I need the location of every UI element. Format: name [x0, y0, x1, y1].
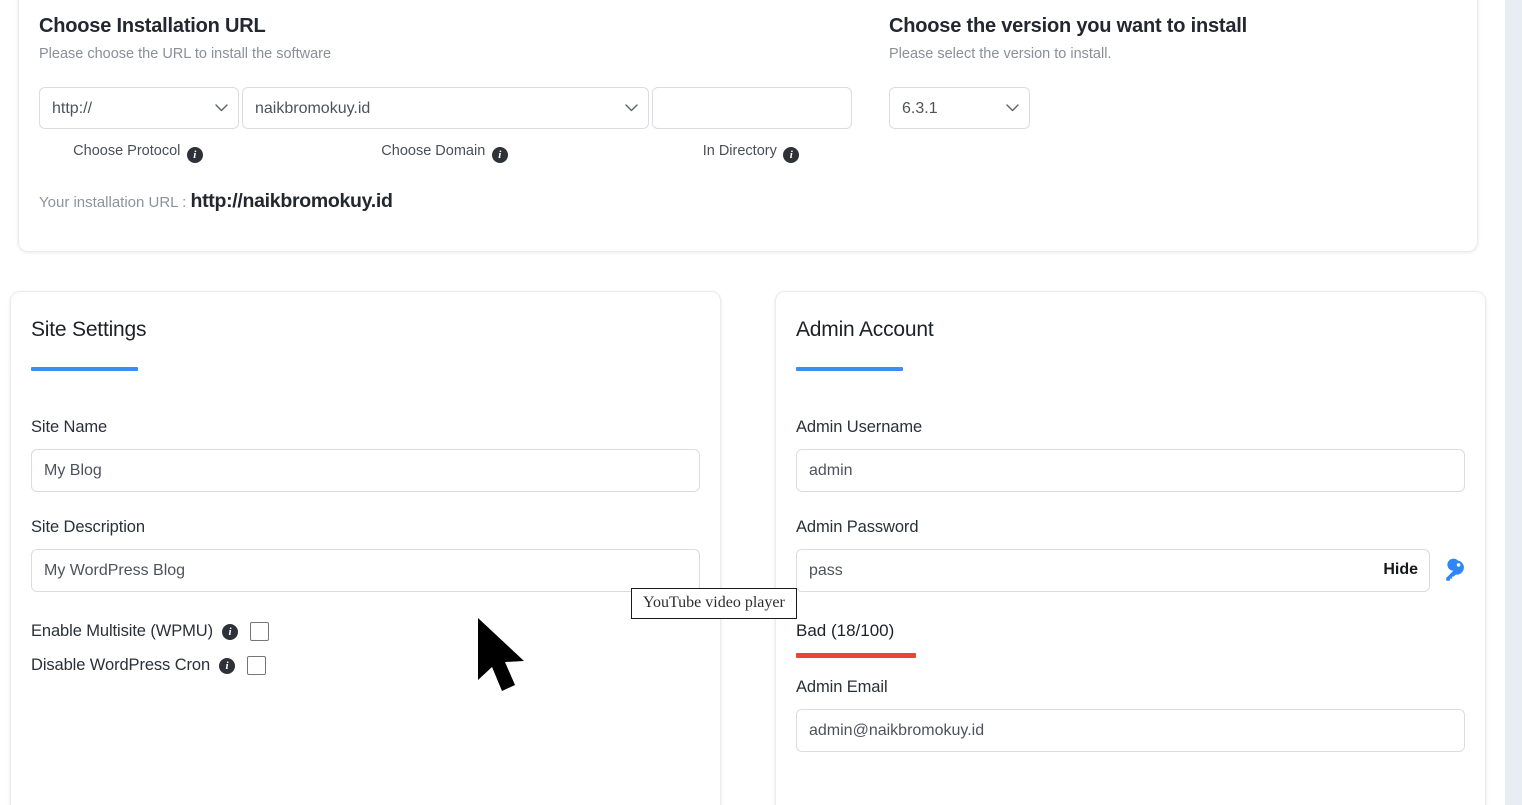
content-column: Choose Installation URL Please choose th… [0, 0, 1505, 805]
admin-password-label: Admin Password [796, 518, 919, 536]
site-settings-accent-rule [31, 367, 138, 371]
password-visibility-toggle[interactable]: Hide [1383, 561, 1418, 579]
multisite-row: Enable Multisite (WPMU) i [31, 622, 700, 641]
admin-email-input[interactable] [796, 709, 1465, 752]
admin-password-field-wrap: Hide [796, 549, 1430, 592]
info-icon-protocol[interactable]: i [186, 147, 203, 163]
admin-username-input[interactable] [796, 449, 1465, 492]
site-description-input[interactable] [31, 549, 700, 592]
installation-url-prefix: Your installation URL : [39, 194, 187, 211]
protocol-group: http://http://www.https://https://www. C… [39, 87, 239, 163]
installation-url-subtitle: Please choose the URL to install the sof… [39, 46, 332, 62]
admin-account-card: Admin Account Admin Username Admin Passw… [775, 291, 1486, 805]
protocol-caption: Choose Protocol i [39, 142, 239, 163]
protocol-select-wrap[interactable]: http://http://www.https://https://www. [39, 87, 239, 129]
directory-group: In Directory i [652, 87, 852, 163]
installation-url-title: Choose Installation URL [39, 15, 266, 37]
directory-caption: In Directory i [652, 142, 852, 163]
admin-email-group: Admin Email [796, 678, 1465, 752]
site-settings-title: Site Settings [31, 318, 147, 341]
site-name-group: Site Name [31, 418, 700, 492]
admin-password-input[interactable] [796, 549, 1430, 592]
domain-group: naikbromokuy.id Choose Domain i [242, 87, 649, 163]
installation-url-value: http://naikbromokuy.id [190, 190, 393, 212]
key-icon [1441, 558, 1467, 586]
protocol-label: Choose Protocol [73, 143, 181, 159]
admin-username-group: Admin Username [796, 418, 1465, 492]
protocol-select[interactable]: http://http://www.https://https://www. [39, 87, 239, 129]
info-icon-domain[interactable]: i [491, 147, 508, 163]
version-title: Choose the version you want to install [889, 15, 1248, 37]
multisite-label: Enable Multisite (WPMU) [31, 622, 213, 640]
admin-password-group: Admin Password Hide [796, 518, 1465, 658]
multisite-checkbox[interactable] [250, 622, 269, 641]
site-description-label: Site Description [31, 518, 145, 536]
domain-select-wrap[interactable]: naikbromokuy.id [242, 87, 649, 129]
version-subtitle: Please select the version to install. [889, 46, 1112, 62]
cron-checkbox[interactable] [247, 656, 267, 675]
admin-username-label: Admin Username [796, 418, 923, 436]
version-group: Choose the version you want to install P… [889, 15, 1389, 129]
info-icon-multisite[interactable]: i [222, 623, 238, 640]
installation-url-group: Choose Installation URL Please choose th… [39, 15, 889, 213]
directory-input[interactable] [652, 87, 852, 129]
info-icon-directory[interactable]: i [783, 147, 800, 163]
password-strength-fill [796, 653, 917, 658]
site-name-input[interactable] [31, 449, 700, 492]
installation-url-card: Choose Installation URL Please choose th… [18, 0, 1478, 252]
password-strength-track [796, 653, 1465, 658]
admin-password-row: Hide [796, 549, 1467, 592]
page-background-right [1505, 0, 1522, 805]
version-select[interactable]: 6.3.16.2.26.1.36.0.5 [889, 87, 1030, 129]
site-name-label: Site Name [31, 418, 108, 436]
site-settings-card: Site Settings Site Name Site Description… [10, 291, 721, 805]
domain-label: Choose Domain [381, 143, 486, 159]
generate-password-button[interactable] [1441, 557, 1467, 583]
version-select-wrap[interactable]: 6.3.16.2.26.1.36.0.5 [889, 87, 1030, 129]
url-fields-row: http://http://www.https://https://www. C… [39, 87, 889, 163]
domain-select[interactable]: naikbromokuy.id [242, 87, 649, 129]
site-description-group: Site Description [31, 518, 700, 592]
password-strength-text: Bad (18/100) [796, 621, 895, 640]
admin-account-title: Admin Account [796, 318, 934, 341]
app-screen: Choose Installation URL Please choose th… [0, 0, 1522, 805]
domain-caption: Choose Domain i [242, 142, 649, 163]
info-icon-cron[interactable]: i [219, 657, 236, 674]
youtube-player-tooltip: YouTube video player [631, 588, 797, 619]
installation-url-summary: Your installation URL : http://naikbromo… [39, 190, 889, 213]
cron-label: Disable WordPress Cron [31, 656, 211, 674]
directory-label: In Directory [702, 143, 777, 159]
admin-email-label: Admin Email [796, 678, 888, 696]
cron-row: Disable WordPress Cron i [31, 656, 700, 675]
admin-account-accent-rule [796, 367, 903, 371]
